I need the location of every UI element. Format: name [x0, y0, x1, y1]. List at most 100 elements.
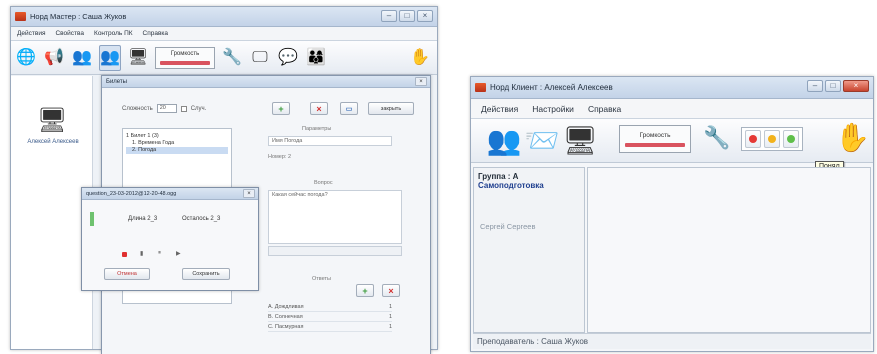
red-light-button[interactable]	[745, 130, 762, 148]
answer-text: A. Дождливая	[268, 304, 304, 310]
green-light-button[interactable]	[782, 130, 799, 148]
wrench-icon[interactable]: 🔧	[703, 125, 730, 151]
menu-pc-control[interactable]: Контроль ПК	[94, 30, 133, 37]
answers-label: Ответы	[312, 276, 332, 282]
app-logo-icon	[475, 83, 486, 92]
users-icon[interactable]: 👥	[71, 45, 93, 71]
pause-icon[interactable]: ⏸	[158, 250, 161, 257]
volume-bar[interactable]	[160, 60, 210, 65]
menu-actions[interactable]: Действия	[17, 30, 45, 37]
edit-ticket-button[interactable]: ▭	[340, 102, 358, 115]
yellow-light-button[interactable]	[763, 130, 780, 148]
minimize-button[interactable]: –	[381, 10, 397, 22]
group-icon[interactable]: 👨‍👩‍👦	[305, 45, 327, 71]
student-name[interactable]: Алексей Алексеев	[25, 138, 81, 146]
question-textarea[interactable]: Какая сейчас погода?	[268, 190, 402, 244]
screen-icon[interactable]: 🖵	[249, 45, 271, 71]
client-titlebar[interactable]: Норд Клиент : Алексей Алексеев – □ ×	[471, 77, 873, 99]
answer-text: C. Пасмурная	[268, 324, 304, 330]
close-button[interactable]: ×	[417, 10, 433, 22]
answer-row[interactable]: B. Солнечная 1	[268, 314, 392, 322]
delete-ticket-button[interactable]: ×	[310, 102, 328, 115]
play-icon[interactable]: ▶	[176, 250, 181, 257]
tree-item-selected[interactable]: 2. Погода	[126, 147, 228, 154]
student-computer-icon[interactable]: 🖥	[37, 106, 67, 135]
random-label: Случ.	[190, 105, 207, 112]
add-ticket-button[interactable]: +	[272, 102, 290, 115]
envelope-icon[interactable]: 📨	[523, 122, 561, 160]
minimize-button[interactable]: –	[807, 80, 823, 92]
client-menubar: Действия Настройки Справка	[471, 99, 873, 119]
menu-help[interactable]: Справка	[143, 30, 169, 37]
client-toolbar: 👥 📨 🖥 Громкость 🔧 ✋	[471, 119, 873, 163]
chat-icon[interactable]: 💬	[277, 45, 299, 71]
tickets-close-icon[interactable]: ×	[415, 77, 427, 86]
status-bar: Преподаватель : Саша Жуков	[473, 333, 871, 349]
users-icon[interactable]: 👥	[485, 122, 523, 160]
question-label: Вопрос	[314, 180, 333, 186]
record-title: question_23-03-2012@12-20-48.ogg	[86, 190, 177, 197]
maximize-button[interactable]: □	[825, 80, 841, 92]
traffic-lights	[741, 127, 803, 151]
tickets-titlebar[interactable]: Билеты ×	[102, 76, 430, 88]
record-dialog: question_23-03-2012@12-20-48.ogg × Длина…	[81, 187, 259, 291]
group-panel: Группа : А Самоподготовка Сергей Сергеев	[473, 167, 585, 333]
volume-control[interactable]: Громкость	[155, 46, 215, 69]
complexity-select[interactable]: 20	[156, 104, 177, 113]
menu-help[interactable]: Справка	[588, 104, 621, 114]
menu-properties[interactable]: Свойства	[55, 30, 84, 37]
tickets-title: Билеты	[106, 78, 127, 85]
record-icon[interactable]	[122, 252, 127, 257]
random-checkbox[interactable]	[180, 105, 187, 112]
record-field[interactable]	[268, 246, 402, 256]
param-name-field[interactable]: Имя Погода	[268, 136, 392, 146]
number-label: Номер: 2	[268, 154, 292, 160]
hand-icon[interactable]: ✋	[409, 45, 431, 71]
client-window: Норд Клиент : Алексей Алексеев – □ × Дей…	[470, 76, 874, 352]
menu-settings[interactable]: Настройки	[532, 104, 574, 114]
cancel-record-button[interactable]: Отмена	[104, 268, 150, 280]
stop-icon[interactable]: ▮	[140, 250, 143, 257]
monitor-icon[interactable]: 🖥	[561, 122, 599, 160]
volume-bar[interactable]	[624, 142, 686, 147]
menu-actions[interactable]: Действия	[481, 104, 518, 114]
monitor-icon[interactable]: 🖥	[127, 45, 149, 71]
record-level-bar	[90, 212, 94, 226]
student-name[interactable]: Сергей Сергеев	[480, 222, 535, 231]
mode-label: Самоподготовка	[478, 181, 544, 190]
record-close-icon[interactable]: ×	[243, 189, 255, 198]
delete-answer-button[interactable]: ×	[382, 284, 400, 297]
params-label: Параметры	[302, 126, 332, 132]
group-label: Группа : А	[478, 172, 519, 181]
answer-row[interactable]: A. Дождливая 1	[268, 304, 392, 312]
globe-icon[interactable]: 🌐	[15, 45, 37, 71]
save-record-button[interactable]: Сохранить	[182, 268, 230, 280]
client-workspace	[587, 167, 871, 333]
tree-item[interactable]: 1. Времена Года	[126, 140, 228, 147]
volume-control[interactable]: Громкость	[619, 125, 691, 153]
record-titlebar[interactable]: question_23-03-2012@12-20-48.ogg ×	[82, 188, 258, 200]
answer-mark[interactable]: 1	[389, 324, 392, 331]
answer-row[interactable]: C. Пасмурная 1	[268, 324, 392, 332]
master-menubar: Действия Свойства Контроль ПК Справка	[11, 27, 437, 41]
tree-item[interactable]: 1 Билет 1 (3)	[126, 133, 228, 140]
master-window: Норд Мастер : Саша Жуков – □ × Действия …	[10, 6, 438, 354]
answer-mark[interactable]: 1	[389, 304, 392, 311]
answer-mark[interactable]: 1	[389, 314, 392, 321]
master-titlebar[interactable]: Норд Мастер : Саша Жуков – □ ×	[11, 7, 437, 27]
master-title: Норд Мастер : Саша Жуков	[30, 12, 127, 21]
record-length: Длина 2_3	[128, 216, 158, 222]
maximize-button[interactable]: □	[399, 10, 415, 22]
volume-label: Громкость	[170, 50, 200, 57]
close-tickets-button[interactable]: закрыть	[368, 102, 414, 115]
hand-icon[interactable]: ✋	[835, 121, 870, 154]
add-answer-button[interactable]: +	[356, 284, 374, 297]
close-button[interactable]: ×	[843, 80, 869, 92]
wrench-icon[interactable]: 🔧	[221, 45, 243, 71]
volume-label: Громкость	[639, 131, 671, 139]
users-selected-icon[interactable]: 👥	[99, 44, 121, 71]
app-logo-icon	[15, 12, 26, 21]
megaphone-icon[interactable]: 📢	[43, 45, 65, 71]
complexity-row: Сложность 20 Случ.	[122, 104, 206, 113]
record-remaining: Осталось 2_3	[182, 216, 221, 222]
